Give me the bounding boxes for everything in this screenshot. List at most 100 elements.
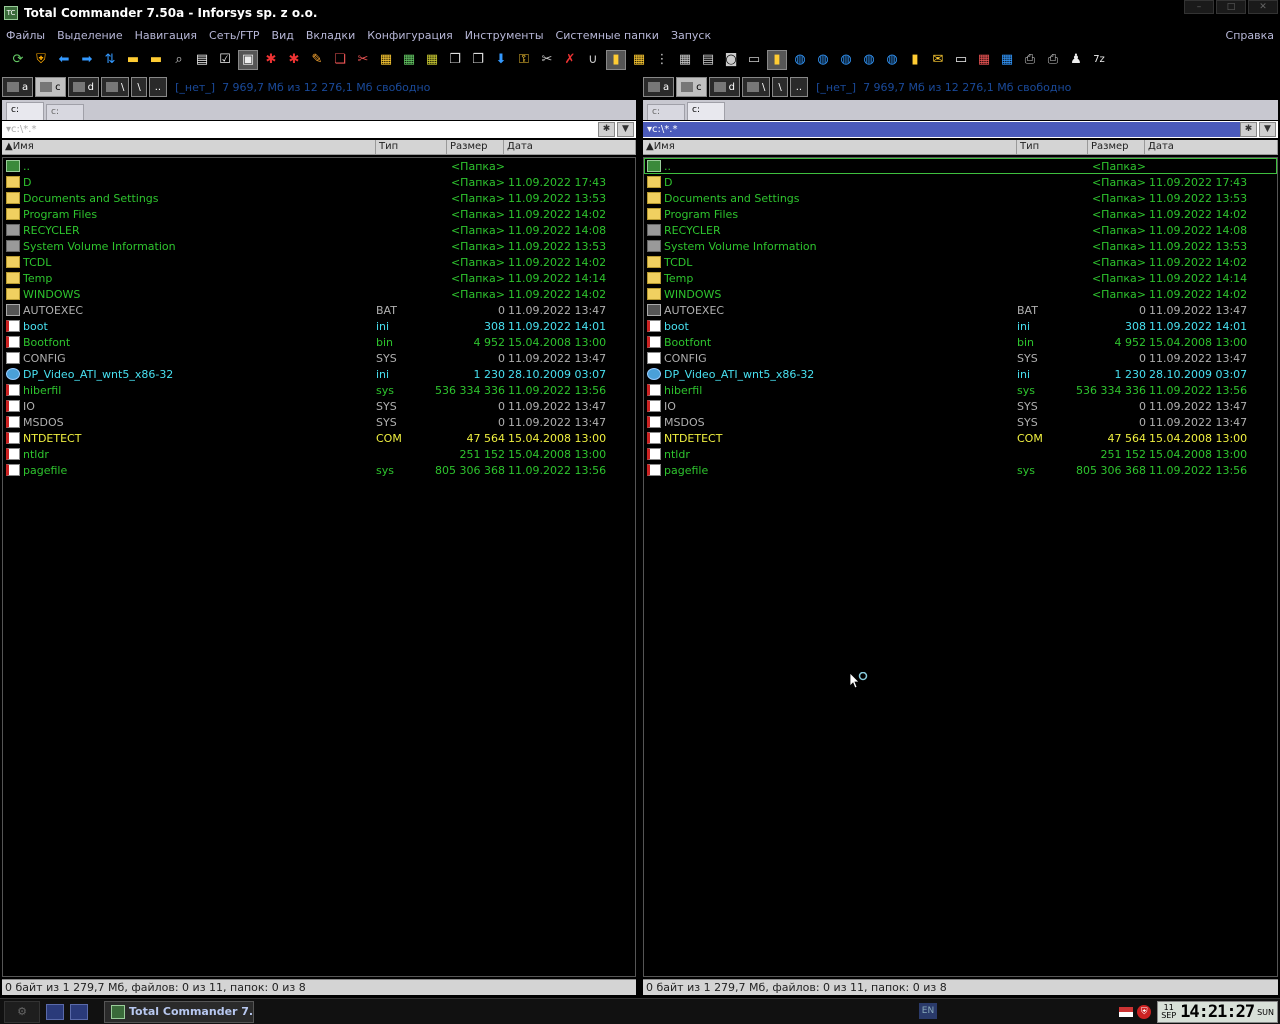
quicklaunch-app-icon[interactable] <box>70 1003 88 1020</box>
flag-icon[interactable] <box>1119 1007 1134 1017</box>
file-row[interactable]: MSDOS SYS 0 11.09.2022 13:47 <box>3 414 635 430</box>
left-hotlist-button[interactable]: ▼ <box>617 122 634 137</box>
mail-icon[interactable]: ✉ <box>928 50 948 70</box>
maximize-button[interactable]: □ <box>1216 0 1246 14</box>
thumbs-icon[interactable]: ▦ <box>675 50 695 70</box>
file-row[interactable]: .. <Папка> <box>3 158 635 174</box>
disk3-icon[interactable]: ◍ <box>882 50 902 70</box>
url-icon[interactable]: ▦ <box>997 50 1017 70</box>
mark-icon[interactable]: ▣ <box>238 49 258 70</box>
disk-icon[interactable]: ◍ <box>836 50 856 70</box>
file-row[interactable]: IO SYS 0 11.09.2022 13:47 <box>3 398 635 414</box>
disk2-icon[interactable]: ◍ <box>859 50 879 70</box>
file-row[interactable]: AUTOEXEC BAT 0 11.09.2022 13:47 <box>3 302 635 318</box>
left-file-list[interactable]: .. <Папка> D <Папка> 11.09.2022 17:43 Documen… <box>2 157 636 977</box>
right-col-date[interactable]: Дата <box>1145 140 1278 154</box>
file-row[interactable]: Program Files <Папка> 11.09.2022 14:02 <box>644 206 1277 222</box>
file-row[interactable]: boot ini 308 11.09.2022 14:01 <box>644 318 1277 334</box>
shield-icon[interactable]: ⛨ <box>31 50 51 70</box>
left-drive-c-button[interactable]: c <box>35 77 66 97</box>
quicklaunch-save-icon[interactable] <box>46 1003 64 1020</box>
file-row[interactable]: .. <Папка> <box>644 158 1277 174</box>
delete-icon[interactable]: ✗ <box>560 50 580 70</box>
network-icon[interactable]: ◍ <box>790 50 810 70</box>
magnet-icon[interactable]: ∪ <box>583 50 603 70</box>
file-row[interactable]: hiberfil sys 536 334 336 11.09.2022 13:56 <box>644 382 1277 398</box>
swap-panels-icon[interactable]: ⇅ <box>100 50 120 70</box>
file-row[interactable]: System Volume Information <Папка> 11.09.20… <box>644 238 1277 254</box>
file-row[interactable]: Documents and Settings <Папка> 11.09.2022 … <box>3 190 635 206</box>
file-row[interactable]: WINDOWS <Папка> 11.09.2022 14:02 <box>3 286 635 302</box>
title-bar[interactable]: TC Total Commander 7.50a - Inforsys sp. … <box>0 0 1280 26</box>
split-icon[interactable]: ✂ <box>537 50 557 70</box>
tools-icon[interactable]: ✂ <box>353 50 373 70</box>
left-drive-d-button[interactable]: d <box>67 77 99 97</box>
ftp-icon[interactable]: ▦ <box>974 50 994 70</box>
right-col-name[interactable]: ▲Имя <box>643 140 1017 154</box>
start-button[interactable]: ⚙ <box>4 1000 40 1023</box>
taskbar-total-commander[interactable]: Total Commander 7.5... <box>104 1000 254 1023</box>
file-row[interactable]: IO SYS 0 11.09.2022 13:47 <box>644 398 1277 414</box>
right-tab-1[interactable]: c: <box>647 104 685 120</box>
file-row[interactable]: D <Папка> 11.09.2022 17:43 <box>644 174 1277 190</box>
left-col-size[interactable]: Размер <box>447 140 504 154</box>
full-icon[interactable]: ▦ <box>629 50 649 70</box>
menu-selection[interactable]: Выделение <box>51 29 129 42</box>
multi-rename-icon[interactable]: ❐ <box>468 50 488 70</box>
quickview-icon[interactable]: ▤ <box>698 50 718 70</box>
unpack-icon[interactable]: ▦ <box>399 50 419 70</box>
camera-icon[interactable]: ◙ <box>721 50 741 70</box>
menu-help[interactable]: Справка <box>1220 29 1280 42</box>
clock[interactable]: 11 SEP 14:21:27 SUN <box>1157 1001 1278 1023</box>
right-drive-c-button[interactable]: c <box>676 77 707 97</box>
right-drive-d-button[interactable]: d <box>708 77 740 97</box>
file-row[interactable]: ntldr 251 152 15.04.2008 13:00 <box>644 446 1277 462</box>
forward-icon[interactable]: ➡ <box>77 50 97 70</box>
left-network-button[interactable]: \ <box>101 77 130 97</box>
file-row[interactable]: MSDOS SYS 0 11.09.2022 13:47 <box>644 414 1277 430</box>
left-drive-a-button[interactable]: a <box>2 77 34 97</box>
right-path-text[interactable]: ▾c:\*.* <box>643 122 1240 137</box>
drive-icon[interactable]: ◍ <box>813 50 833 70</box>
menu-configuration[interactable]: Конфигурация <box>361 29 459 42</box>
file-row[interactable]: TCDL <Папка> 11.09.2022 14:02 <box>644 254 1277 270</box>
left-up-button[interactable]: .. <box>148 77 168 97</box>
menu-launch[interactable]: Запуск <box>665 29 717 42</box>
file-row[interactable]: ntldr 251 152 15.04.2008 13:00 <box>3 446 635 462</box>
file-row[interactable]: CONFIG SYS 0 11.09.2022 13:47 <box>644 350 1277 366</box>
menu-tabs[interactable]: Вкладки <box>300 29 361 42</box>
file-row[interactable]: DP_Video_ATI_wnt5_x86-32 ini 1 230 28.10.20… <box>644 366 1277 382</box>
minimize-button[interactable]: – <box>1184 0 1214 14</box>
file-row[interactable]: RECYCLER <Папка> 11.09.2022 14:08 <box>644 222 1277 238</box>
file-row[interactable]: Temp <Папка> 11.09.2022 14:14 <box>644 270 1277 286</box>
left-tab-2[interactable]: c: <box>46 104 84 120</box>
brief-icon[interactable]: ▮ <box>606 49 626 70</box>
tree-icon[interactable]: ⋮ <box>652 50 672 70</box>
lock-icon[interactable]: ⚿ <box>514 50 534 70</box>
left-col-name[interactable]: ▲Имя <box>2 140 376 154</box>
right-file-list[interactable]: .. <Папка> D <Папка> 11.09.2022 17:43 Documen… <box>643 157 1278 977</box>
right-tab-2[interactable]: c: <box>687 102 725 120</box>
right-hotlist-button[interactable]: ▼ <box>1259 122 1276 137</box>
left-tab-1[interactable]: c: <box>6 102 44 120</box>
file-row[interactable]: TCDL <Папка> 11.09.2022 14:02 <box>3 254 635 270</box>
file-row[interactable]: RECYCLER <Папка> 11.09.2022 14:08 <box>3 222 635 238</box>
back-icon[interactable]: ⬅ <box>54 50 74 70</box>
folder-tree-icon[interactable]: ▬ <box>146 50 166 70</box>
printer2-icon[interactable]: ⎙ <box>1043 50 1063 70</box>
antivirus-icon[interactable]: ⛨ <box>1137 1005 1152 1019</box>
star-ext-icon[interactable]: ✱ <box>284 50 304 70</box>
linux-icon[interactable]: ♟ <box>1066 50 1086 70</box>
search-icon[interactable]: ⌕ <box>169 50 189 70</box>
file-row[interactable]: System Volume Information <Папка> 11.09.20… <box>3 238 635 254</box>
file-row[interactable]: D <Папка> 11.09.2022 17:43 <box>3 174 635 190</box>
file-row[interactable]: Bootfont bin 4 952 15.04.2008 13:00 <box>644 334 1277 350</box>
file-row[interactable]: pagefile sys 805 306 368 11.09.2022 13:56 <box>644 462 1277 478</box>
file-row[interactable]: WINDOWS <Папка> 11.09.2022 14:02 <box>644 286 1277 302</box>
file-row[interactable]: boot ini 308 11.09.2022 14:01 <box>3 318 635 334</box>
bookmark-icon[interactable]: ▮ <box>905 50 925 70</box>
file-row[interactable]: NTDETECT COM 47 564 15.04.2008 13:00 <box>3 430 635 446</box>
file-row[interactable]: hiberfil sys 536 334 336 11.09.2022 13:56 <box>3 382 635 398</box>
left-path-text[interactable]: ▾c:\*.* <box>2 124 598 135</box>
download-icon[interactable]: ⬇ <box>491 50 511 70</box>
